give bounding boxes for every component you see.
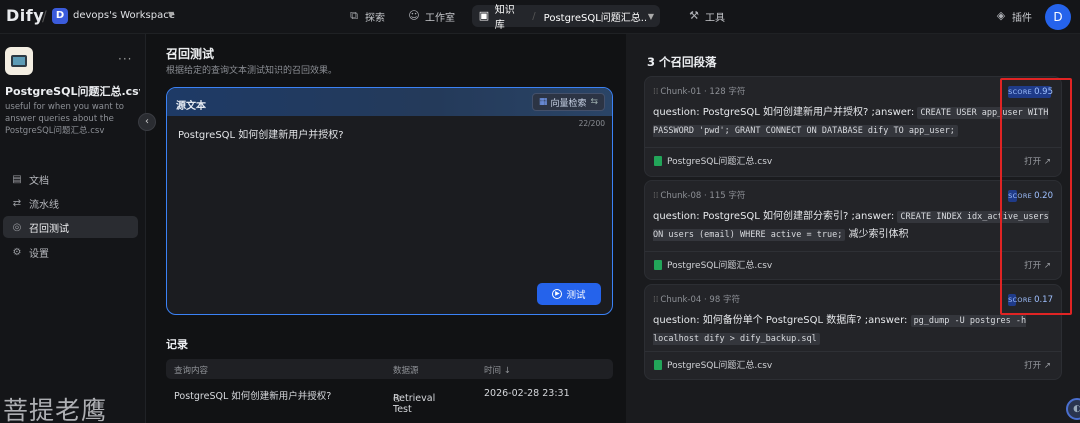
results-title: 3 个召回段落 bbox=[647, 55, 717, 69]
book-icon: ▣ bbox=[478, 9, 490, 22]
open-link[interactable]: 打开 ↗ bbox=[1024, 359, 1051, 371]
nav-knowledge[interactable]: ▣ 知识库 / PostgreSQL问题汇总.... ▼ bbox=[472, 5, 660, 31]
vector-icon: ▦ bbox=[538, 97, 548, 107]
col-source: 数据源 bbox=[393, 366, 419, 376]
pipeline-icon: ⇄ bbox=[12, 197, 22, 209]
watermark: 菩提老鹰 bbox=[3, 396, 108, 423]
source-file: PostgreSQL问题汇总.csv bbox=[654, 258, 772, 271]
user-avatar[interactable]: D bbox=[1045, 4, 1071, 30]
record-query: PostgreSQL 如何创建新用户并授权? bbox=[174, 391, 332, 402]
chunk-content: question: 如何备份单个 PostgreSQL 数据库? ;answer… bbox=[653, 315, 1027, 345]
settings-icon: ⚙ bbox=[12, 246, 22, 258]
score-badge: SCORE 0.17 bbox=[1008, 294, 1053, 306]
sidebar-item-settings[interactable]: ⚙ 设置 bbox=[3, 241, 138, 263]
sidebar-item-label: 设置 bbox=[29, 248, 49, 260]
chunk-meta: ⁞⁞ Chunk-04 · 98 字符 bbox=[653, 295, 740, 305]
sidebar-item-pipeline[interactable]: ⇄ 流水线 bbox=[3, 192, 138, 214]
chevron-down-icon[interactable]: ▼ bbox=[168, 10, 174, 19]
kb-title: PostgreSQL问题汇总.csv... bbox=[5, 85, 140, 98]
open-link[interactable]: 打开 ↗ bbox=[1024, 155, 1051, 167]
source-file: PostgreSQL问题汇总.csv bbox=[654, 154, 772, 167]
swap-icon: ⇆ bbox=[590, 97, 598, 107]
chevron-down-icon[interactable]: ▼ bbox=[648, 12, 654, 21]
chunk-meta: ⁞⁞ Chunk-08 · 115 字符 bbox=[653, 191, 746, 201]
nav-plugins[interactable]: ◈ 插件 bbox=[995, 5, 1032, 27]
sidebar-item-label: 文档 bbox=[29, 175, 49, 187]
kb-icon bbox=[5, 47, 33, 75]
records-header: 查询内容 数据源 时间 ↓ bbox=[166, 359, 613, 379]
grid-icon: ⁞⁞ bbox=[653, 295, 659, 305]
more-icon[interactable]: ··· bbox=[118, 52, 132, 66]
target-icon: ◎ bbox=[12, 221, 22, 233]
hammer-icon: ⚒ bbox=[689, 9, 699, 22]
open-link[interactable]: 打开 ↗ bbox=[1024, 259, 1051, 271]
logo-separator: / bbox=[42, 9, 47, 25]
csv-file-icon bbox=[654, 359, 662, 370]
record-time: 2026-02-28 23:31 bbox=[484, 388, 570, 399]
chunk-footer: PostgreSQL问题汇总.csv 打开 ↗ bbox=[645, 251, 1061, 275]
workspace-badge[interactable]: D bbox=[52, 8, 68, 24]
chunk-footer: PostgreSQL问题汇总.csv 打开 ↗ bbox=[645, 147, 1061, 171]
sidebar: ··· PostgreSQL问题汇总.csv... useful for whe… bbox=[0, 34, 146, 423]
nav-studio-label: 工作室 bbox=[425, 12, 455, 24]
chunk-meta: ⁞⁞ Chunk-01 · 128 字符 bbox=[653, 87, 746, 97]
current-kb-selector[interactable]: PostgreSQL问题汇总.... bbox=[544, 9, 646, 24]
workspace-name[interactable]: devops's Workspace bbox=[73, 10, 175, 21]
chunk-content: question: PostgreSQL 如何创建部分索引? ;answer: … bbox=[653, 211, 1049, 241]
sidebar-item-label: 流水线 bbox=[29, 199, 59, 211]
sidebar-item-label: 召回测试 bbox=[29, 223, 69, 235]
page-title: 召回测试 bbox=[166, 47, 215, 61]
nav-separator: / bbox=[532, 10, 536, 22]
grid-icon: ⁞⁞ bbox=[653, 191, 659, 201]
nav-knowledge-label: 知识库 bbox=[494, 5, 515, 31]
char-count: 22/200 bbox=[578, 119, 605, 128]
query-panel: 源文本 ▦ 向量检索 ⇆ 22/200 PostgreSQL 如何创建新用户并授… bbox=[166, 87, 613, 315]
top-bar: Dify / D devops's Workspace ▼ ⧉ 探索 ☺ 工作室… bbox=[0, 0, 1080, 34]
collapse-sidebar-button[interactable]: ‹ bbox=[138, 113, 156, 131]
nav-explore[interactable]: ⧉ 探索 bbox=[348, 5, 385, 27]
document-icon: ▤ bbox=[12, 173, 22, 185]
sidebar-item-retrieval-test[interactable]: ◎ 召回测试 bbox=[3, 216, 138, 238]
source-text-label: 源文本 bbox=[176, 101, 206, 112]
query-textarea[interactable]: PostgreSQL 如何创建新用户并授权? bbox=[178, 126, 344, 141]
cube-icon: ◈ bbox=[996, 9, 1006, 22]
grid-icon: ⁞⁞ bbox=[653, 87, 659, 97]
chunk-footer: PostgreSQL问题汇总.csv 打开 ↗ bbox=[645, 351, 1061, 375]
chunk-content: question: PostgreSQL 如何创建新用户并授权? ;answer… bbox=[653, 107, 1049, 137]
table-row[interactable]: PostgreSQL 如何创建新用户并授权? ◎ Retrieval Test 2… bbox=[166, 383, 613, 415]
col-time[interactable]: 时间 ↓ bbox=[484, 364, 511, 376]
score-badge: SCORE 0.95 bbox=[1008, 86, 1053, 98]
csv-file-icon bbox=[654, 155, 662, 166]
nav-tools-label: 工具 bbox=[705, 12, 725, 24]
test-button[interactable]: ▶ 测试 bbox=[537, 283, 601, 305]
sidebar-item-documents[interactable]: ▤ 文档 bbox=[3, 168, 138, 190]
retrieval-mode-label: 向量检索 bbox=[550, 98, 587, 109]
chunk-card[interactable]: ⁞⁞ Chunk-04 · 98 字符 SCORE 0.17 question: 如… bbox=[644, 284, 1062, 380]
nav-studio[interactable]: ☺ 工作室 bbox=[408, 5, 455, 27]
nav-plugins-label: 插件 bbox=[1012, 12, 1032, 24]
play-icon: ▶ bbox=[552, 289, 563, 299]
col-query: 查询内容 bbox=[174, 366, 209, 376]
chunk-card[interactable]: ⁞⁞ Chunk-08 · 115 字符 SCORE 0.20 question: … bbox=[644, 180, 1062, 280]
page-subtitle: 根据给定的查询文本测试知识的召回效果。 bbox=[166, 66, 338, 76]
chunk-card[interactable]: ⁞⁞ Chunk-01 · 128 字符 SCORE 0.95 question: … bbox=[644, 76, 1062, 177]
csv-file-icon bbox=[654, 259, 662, 270]
source-file: PostgreSQL问题汇总.csv bbox=[654, 358, 772, 371]
nav-explore-label: 探索 bbox=[365, 12, 385, 24]
robot-icon: ☺ bbox=[408, 9, 420, 22]
records-title: 记录 bbox=[166, 338, 188, 351]
nav-tools[interactable]: ⚒ 工具 bbox=[688, 5, 725, 27]
retrieval-mode-button[interactable]: ▦ 向量检索 ⇆ bbox=[531, 93, 605, 111]
explore-icon: ⧉ bbox=[350, 9, 358, 22]
score-badge: SCORE 0.20 bbox=[1008, 190, 1053, 202]
kb-description: useful for when you want to answer queri… bbox=[5, 102, 124, 136]
dify-logo[interactable]: Dify bbox=[6, 6, 44, 25]
test-button-label: 测试 bbox=[566, 290, 586, 301]
